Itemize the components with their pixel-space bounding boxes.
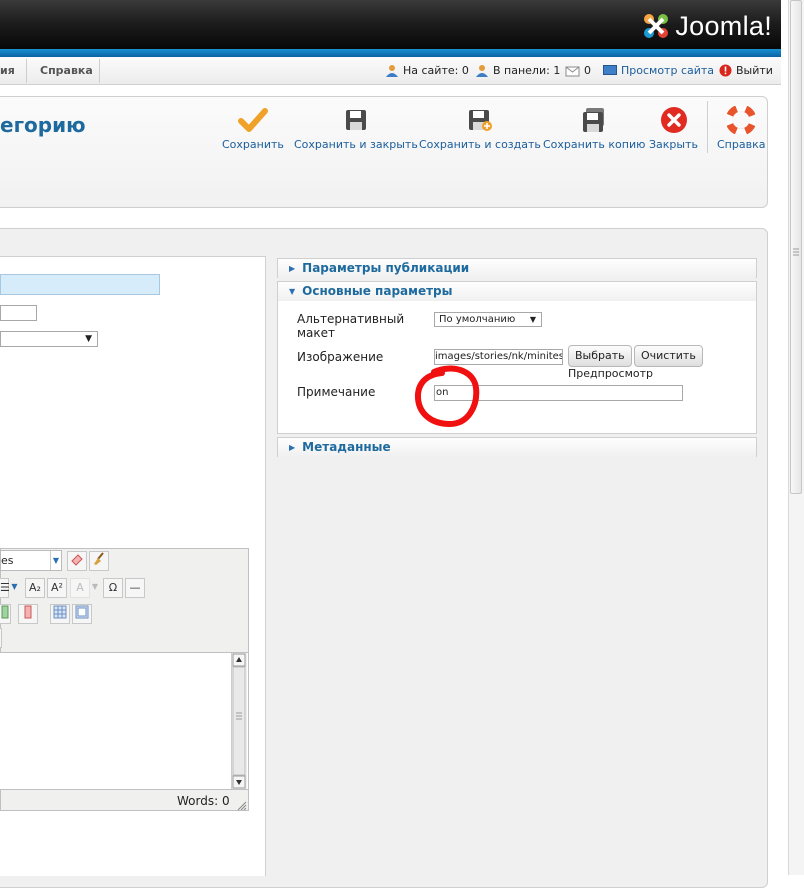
checkmark-icon — [237, 108, 268, 132]
scrollbar-arrows-icon — [232, 653, 246, 789]
eraser-button[interactable] — [67, 551, 87, 571]
joomla-logo-icon — [644, 14, 669, 38]
title-input[interactable] — [0, 274, 160, 295]
eraser-icon — [71, 554, 83, 566]
triangle-right-icon: ▶ — [289, 443, 296, 452]
red-circle-annotation — [414, 365, 480, 428]
editor-toolbar-button[interactable] — [0, 628, 2, 648]
user-icon — [386, 64, 398, 77]
logout-link[interactable]: Выйти — [719, 57, 773, 84]
subscript-icon: A₂ — [29, 581, 41, 594]
floppy-disk-icon — [345, 110, 366, 130]
message-icon — [565, 66, 580, 77]
chevron-down-icon[interactable]: ▼ — [90, 578, 100, 598]
editor-scrollbar[interactable] — [231, 653, 247, 789]
font-size-select[interactable]: es ▼ — [0, 550, 62, 571]
chevron-down-icon[interactable]: ▼ — [9, 578, 20, 598]
toolbar-divider — [707, 101, 708, 153]
list-button[interactable]: ☰ — [0, 578, 10, 598]
note-label: Примечание — [297, 385, 376, 399]
delete-column-button[interactable] — [18, 604, 38, 624]
save-and-close-button[interactable]: Сохранить и закрыть — [294, 104, 418, 154]
layout-value: По умолчанию — [439, 314, 516, 325]
messages-status[interactable]: 0 — [565, 57, 591, 84]
horizontal-rule-icon: — — [129, 581, 141, 594]
resize-grip-icon[interactable] — [236, 800, 247, 811]
metadata-pane: ▶ Метаданные — [277, 437, 757, 457]
menu-bar: ия Справка На сайте: 0 В панели: 1 0 Про… — [0, 57, 781, 85]
image-label: Изображение — [297, 350, 384, 364]
logout-icon — [719, 64, 732, 77]
table-props-icon — [75, 605, 89, 619]
menu-tab-components[interactable]: ия — [0, 57, 15, 84]
online-users-status[interactable]: На сайте: 0 — [385, 57, 469, 84]
admin-users-status[interactable]: В панели: 1 — [475, 57, 560, 84]
table-column-icon — [1, 605, 9, 619]
table-props-button[interactable] — [72, 604, 92, 624]
clear-image-button[interactable]: Очистить — [634, 345, 703, 367]
view-site-link[interactable]: Просмотр сайта — [603, 57, 714, 84]
menu-divider — [99, 59, 100, 83]
help-button[interactable]: Справка — [717, 104, 765, 154]
table-column-button[interactable] — [0, 604, 11, 624]
floppy-disk-copy-icon — [583, 108, 605, 132]
save-as-copy-button[interactable]: Сохранить копию — [543, 104, 645, 154]
save-button[interactable]: Сохранить — [222, 104, 284, 154]
table-cells-button[interactable] — [50, 604, 70, 624]
user-icon — [476, 64, 488, 77]
broom-icon — [94, 552, 104, 565]
joomla-logo: Joomla! — [641, 8, 772, 44]
online-users-text: На сайте: 0 — [403, 64, 469, 77]
monitor-icon — [603, 65, 617, 75]
subscript-button[interactable]: A₂ — [25, 578, 45, 598]
horizontal-rule-button[interactable]: — — [125, 578, 145, 598]
preview-label[interactable]: Предпросмотр — [568, 367, 653, 380]
editor-text-area[interactable] — [0, 652, 248, 790]
chevron-down-icon: ▼ — [50, 551, 61, 570]
logo-text: Joomla! — [675, 10, 772, 41]
messages-count: 0 — [584, 64, 591, 77]
grip-icon — [793, 248, 799, 256]
save-and-new-button[interactable]: Сохранить и создать — [419, 104, 541, 154]
image-path-input[interactable]: images/stories/nk/minitest_s — [434, 349, 563, 365]
special-char-button[interactable]: Ω — [103, 578, 123, 598]
lifebuoy-icon — [727, 106, 756, 134]
parent-select[interactable]: ▼ — [0, 331, 98, 347]
text-color-icon: A — [76, 581, 84, 594]
chevron-down-icon: ▼ — [529, 315, 536, 324]
font-size-value: es — [1, 554, 14, 567]
window-scrollbar-thumb[interactable] — [790, 0, 802, 494]
close-button[interactable]: Закрыть — [649, 104, 698, 154]
cleanup-button[interactable] — [89, 551, 109, 571]
close-icon — [660, 107, 687, 133]
publishing-options-pane: ▶ Параметры публикации — [277, 258, 757, 278]
publishing-options-toggle[interactable]: ▶ Параметры публикации — [278, 259, 756, 278]
word-count: Words: 0 — [177, 794, 230, 808]
view-site-text: Просмотр сайта — [621, 64, 715, 77]
menu-divider — [26, 59, 27, 83]
text-color-button[interactable]: A — [70, 578, 90, 598]
admin-users-text: В панели: 1 — [493, 64, 561, 77]
alias-input[interactable] — [0, 305, 37, 321]
menu-tab-help[interactable]: Справка — [40, 57, 93, 84]
floppy-disk-add-icon — [468, 110, 492, 131]
omega-icon: Ω — [108, 581, 118, 594]
delete-column-icon — [24, 605, 32, 619]
layout-label: Альтернативный макет — [297, 312, 405, 340]
logout-text: Выйти — [736, 64, 773, 77]
page-title: егорию — [0, 113, 86, 137]
triangle-right-icon: ▶ — [289, 264, 296, 273]
chevron-down-icon: ▼ — [85, 334, 92, 344]
metadata-toggle[interactable]: ▶ Метаданные — [278, 438, 756, 457]
table-cells-icon — [53, 605, 67, 619]
layout-select[interactable]: По умолчанию ▼ — [434, 312, 542, 327]
header-strip — [0, 49, 781, 57]
select-image-button[interactable]: Выбрать — [568, 345, 632, 367]
triangle-down-icon: ▼ — [289, 287, 296, 296]
basic-options-toggle[interactable]: ▼ Основные параметры — [278, 282, 756, 301]
superscript-icon: A² — [51, 581, 63, 594]
superscript-button[interactable]: A² — [47, 578, 67, 598]
